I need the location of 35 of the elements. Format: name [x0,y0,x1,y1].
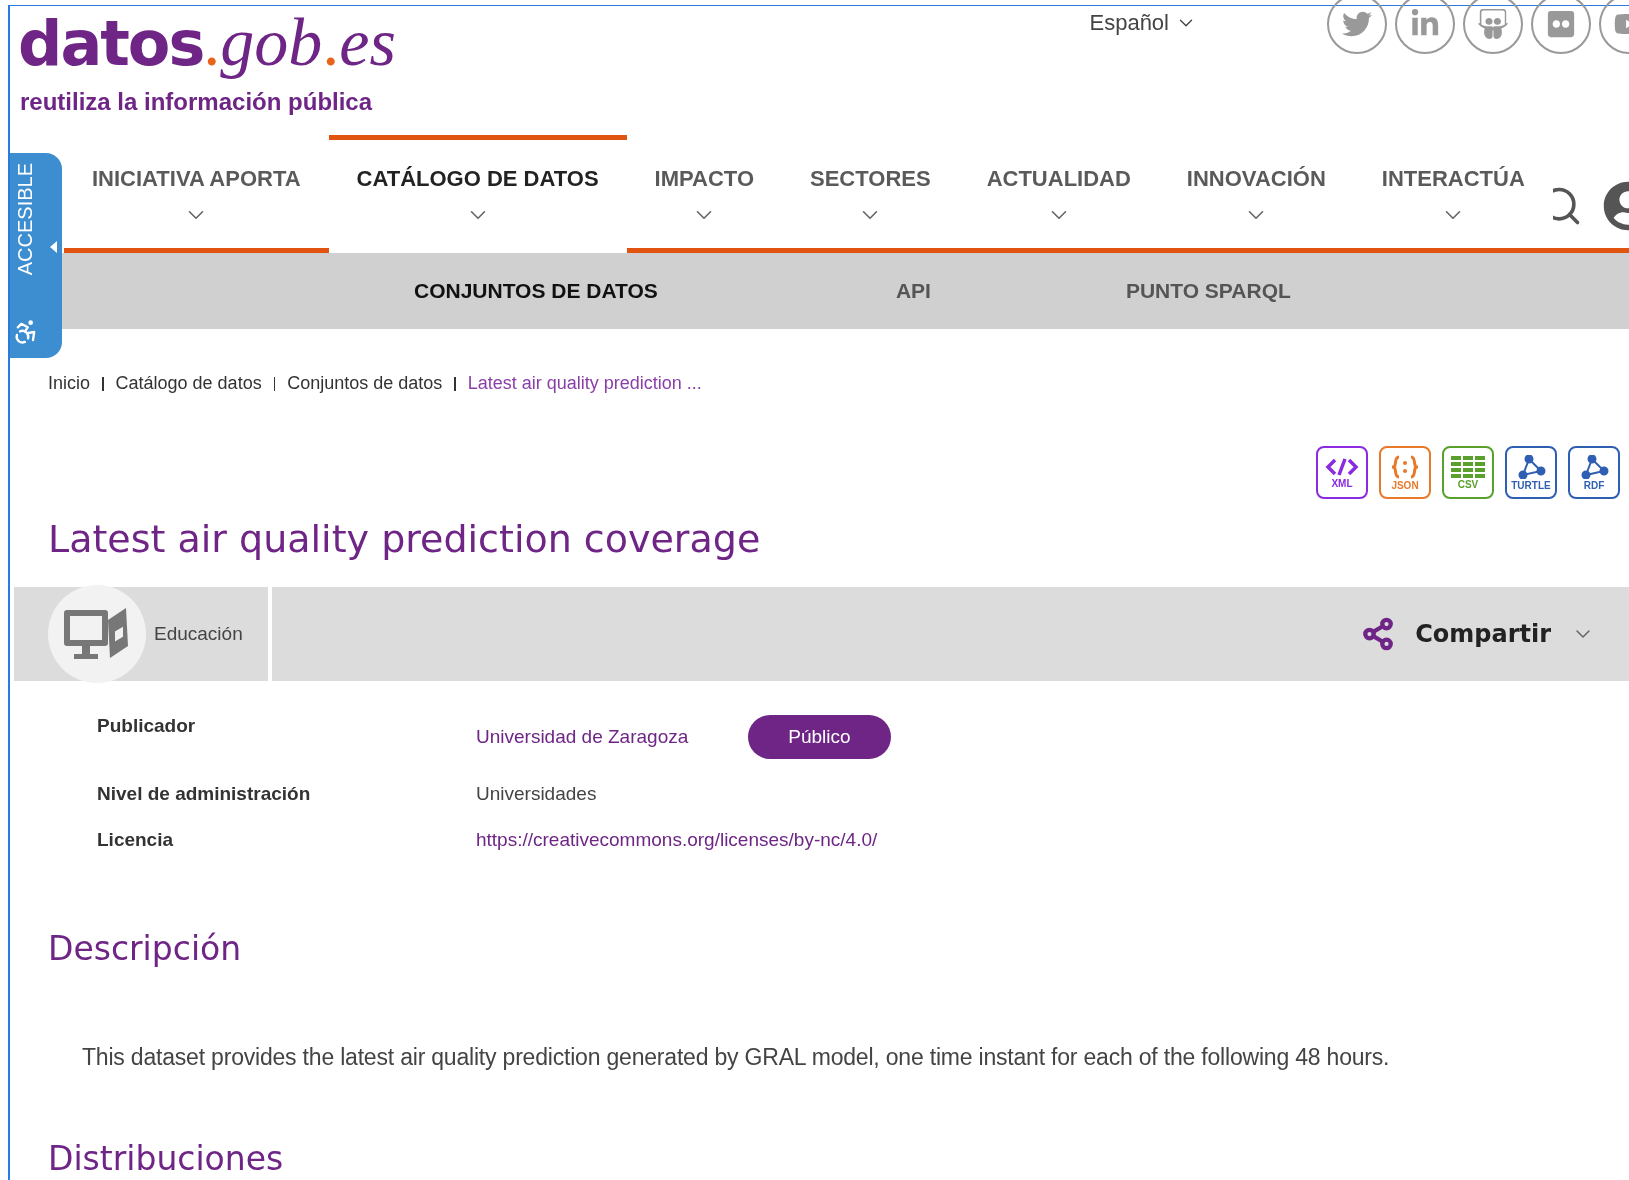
triangle-icon [50,241,57,253]
braces-icon [1390,454,1420,479]
bird-icon[interactable] [1327,0,1387,54]
breadcrumb-link[interactable]: Inicio [48,373,91,394]
accessibility-tab[interactable]: ACCESIBLE [10,153,62,358]
slideshare-icon[interactable] [1463,0,1523,54]
flickr-icon[interactable] [1531,0,1591,54]
linkedin-icon[interactable] [1395,0,1455,54]
detail-label: Nivel de administración [97,783,312,805]
section-heading: Distribuciones [47,1139,285,1178]
subnav-tab[interactable]: PUNTO SPARQL [1125,279,1291,303]
subnav-tab[interactable]: CONJUNTOS DE DATOS [414,279,658,303]
detail-link[interactable]: Universidad de Zaragoza [476,726,689,748]
breadcrumb-link[interactable]: Latest air quality prediction ... [467,373,702,394]
section-heading: Descripción [47,929,243,968]
description-text: This dataset provides the latest air quality prediction generated by GRAL model, one time instant for each of the following 48 hours. [82,1044,1391,1071]
language-selector[interactable]: Español [1089,10,1197,36]
detail-label: Publicador [97,715,197,737]
dataset-title: Latest air quality prediction coverage [48,517,762,561]
format-download-button[interactable]: XML [1316,446,1368,499]
detail-link[interactable]: https://creativecommons.org/licenses/by-nc/4.0/ [476,829,878,851]
logo-tagline: reutiliza la información pública [20,88,374,116]
format-download-button[interactable]: RDF [1568,446,1620,499]
share-button[interactable]: Compartir [1355,616,1601,652]
share-icon [1361,617,1396,651]
table-icon [1451,455,1485,478]
format-download-button[interactable]: TURTLE [1505,446,1557,499]
breadcrumb-link[interactable]: Conjuntos de datos [287,373,443,394]
subnav-tab[interactable]: API [895,279,931,303]
category-label: Educación [154,623,243,645]
detail-value: Universidades [476,783,597,805]
breadcrumb-link[interactable]: Catálogo de datos [115,373,262,394]
access-badge: Público [748,715,891,759]
detail-label: Licencia [97,829,175,851]
code-icon [1325,456,1359,477]
